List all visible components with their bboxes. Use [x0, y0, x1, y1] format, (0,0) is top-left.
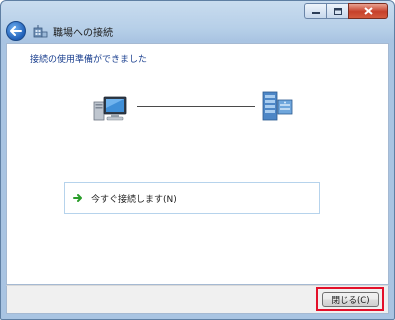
caption-buttons — [304, 3, 388, 19]
close-button[interactable]: 閉じる(C) — [322, 292, 379, 307]
status-heading: 接続の使用準備ができました — [30, 55, 148, 65]
connect-now-link[interactable]: 今すぐ接続します(N) — [64, 182, 320, 214]
close-icon — [363, 7, 373, 15]
workplace-network-icon — [33, 25, 48, 38]
window-title: 職場への接続 — [53, 27, 113, 39]
minimize-icon — [311, 12, 320, 14]
wizard-window: 職場への接続 接続の使用準備ができました 今すぐ接続します(N) — [0, 0, 395, 320]
content-panel: 接続の使用準備ができました 今すぐ接続します(N) — [6, 43, 389, 285]
connect-now-label: 今すぐ接続します(N) — [91, 194, 177, 205]
maximize-icon — [333, 7, 342, 15]
maximize-button[interactable] — [326, 3, 348, 19]
green-arrow-icon — [73, 194, 82, 202]
wizard-header: 職場への接続 — [6, 19, 389, 43]
back-button[interactable] — [6, 21, 26, 41]
close-window-button[interactable] — [348, 3, 388, 19]
connection-line — [137, 106, 255, 107]
minimize-button[interactable] — [304, 3, 326, 19]
back-arrow-icon — [10, 26, 22, 36]
computer-icon — [93, 96, 127, 121]
server-icon — [262, 91, 293, 121]
